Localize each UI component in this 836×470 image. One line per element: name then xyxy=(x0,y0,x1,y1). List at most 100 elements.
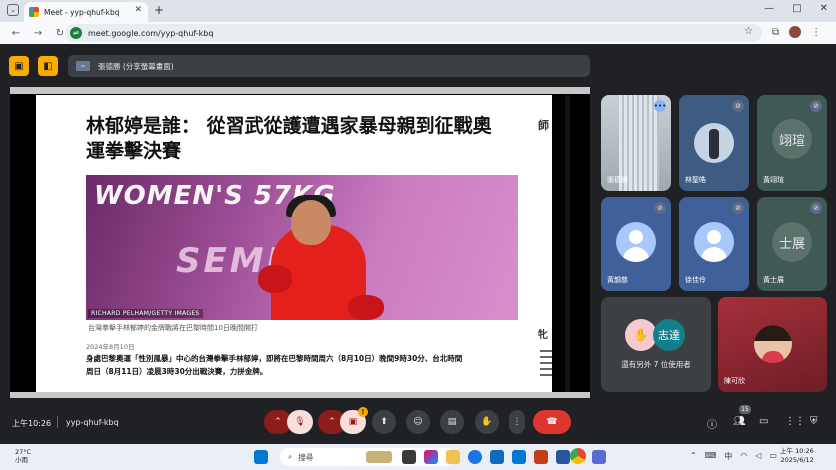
chevron-up-icon[interactable]: ⌃ xyxy=(690,451,697,462)
leave-call-button[interactable]: ☎ xyxy=(533,410,571,434)
more-participants-tile[interactable]: ✋ 志達 還有另外 7 位使用者 xyxy=(601,297,711,392)
participant-name: 黃韻慈 xyxy=(607,276,628,284)
slide-scrollbar[interactable] xyxy=(565,95,570,392)
photo-credit: RICHARD PELHAM/GETTY IMAGES xyxy=(88,309,203,318)
present-button[interactable]: ⬆ xyxy=(372,410,396,434)
forward-icon[interactable]: → xyxy=(32,28,44,39)
participant-tile-8[interactable]: 陳可欣 xyxy=(718,297,827,392)
mic-off-icon: ⊘ xyxy=(654,202,666,214)
close-window-button[interactable]: ✕ xyxy=(820,3,828,14)
warning-badge: ! xyxy=(358,407,368,417)
start-icon[interactable] xyxy=(254,450,268,464)
hang-up-icon: ☎ xyxy=(546,417,558,427)
browser-tab[interactable]: Meet - yyp-qhuf-kbq ✕ xyxy=(24,2,148,22)
avatar-initials: 翊瑄 xyxy=(772,119,812,159)
participant-tile-5[interactable]: ⊘ 徐佳伶 xyxy=(679,197,749,291)
taskbar-clock[interactable]: 上午 10:26 2025/6/12 xyxy=(780,447,814,465)
tab-title: Meet - yyp-qhuf-kbq xyxy=(44,7,120,17)
activities-grid-icon[interactable]: ⋮⋮ xyxy=(785,416,805,427)
divider xyxy=(57,416,58,428)
meet-favicon-icon xyxy=(29,7,39,17)
maximize-button[interactable]: □ xyxy=(792,3,801,14)
window-controls: — □ ✕ xyxy=(764,3,828,14)
mic-off-icon: ⊘ xyxy=(732,202,744,214)
participant-tile-3[interactable]: ⊘ 翊瑄 黃翊瑄 xyxy=(757,95,827,191)
participant-tile-6[interactable]: ⊘ 士展 黃士展 xyxy=(757,197,827,291)
person-icon xyxy=(694,222,734,262)
slide-headline: 林郁婷是誰： 從習武從護遭遇家暴母親到征戰奧運拳擊決賽 xyxy=(86,115,492,162)
hero-photo: WOMEN'S 57KG SEMI- RICHARD PELHAM/GETTY … xyxy=(86,175,518,320)
participant-tile-2[interactable]: ⊘ 林聖皓 xyxy=(679,95,749,191)
back-icon[interactable]: ← xyxy=(10,28,22,39)
layout-icon[interactable]: ◧ xyxy=(38,56,58,76)
wifi-icon[interactable]: ◠ xyxy=(740,451,747,462)
powerpoint-icon[interactable] xyxy=(534,450,548,464)
photo-caption: 台灣拳擊手林郁婷的金牌戰將在巴黎時間10日晚間開打 xyxy=(88,324,258,332)
tab-search-icon[interactable]: ⌄ xyxy=(7,4,19,16)
search-highlight-icon xyxy=(366,451,392,463)
meeting-time: 上午10:26 xyxy=(12,419,52,428)
emoji-button[interactable]: ☺ xyxy=(406,410,430,434)
article-paragraph: 身處巴黎奧運「性別風暴」中心的台灣拳擊手林郁婷，即將在巴黎時間周六（8月10日）… xyxy=(86,354,463,376)
more-options-button[interactable]: ⋮ xyxy=(509,410,525,434)
presenter-label: 張德勝 (分享螢幕畫面) xyxy=(98,61,174,71)
info-icon[interactable]: ⓘ xyxy=(707,416,717,431)
store-icon[interactable] xyxy=(490,450,504,464)
system-tray: ⌃ ⌨ 中 ◠ ◁ ▭ xyxy=(690,451,777,462)
side-column-text xyxy=(540,350,552,380)
search-placeholder: 搜尋 xyxy=(298,452,314,462)
emoji-icon: ☺ xyxy=(413,417,423,427)
article-date: 2024年8月10日 xyxy=(86,343,135,351)
new-tab-icon[interactable]: + xyxy=(154,3,164,17)
avatar xyxy=(694,123,734,163)
keyboard-icon[interactable]: ⌨ xyxy=(705,451,717,462)
participant-name: 黃士展 xyxy=(763,276,784,284)
more-options-icon[interactable]: ••• xyxy=(654,100,666,112)
more-vert-icon: ⋮ xyxy=(512,417,522,427)
activities-icon[interactable]: ▣ xyxy=(9,56,29,76)
edge-icon[interactable] xyxy=(468,450,482,464)
mic-toggle-button[interactable]: 🎙︎ xyxy=(287,410,313,434)
avatar xyxy=(754,325,792,363)
participant-name: 林聖皓 xyxy=(685,176,706,184)
profile-avatar[interactable] xyxy=(789,26,802,38)
participant-name: 陳可欣 xyxy=(724,377,745,385)
people-icon[interactable]: 👥︎ xyxy=(733,416,746,427)
minimize-button[interactable]: — xyxy=(764,3,774,14)
file-explorer-icon[interactable] xyxy=(446,450,460,464)
outlook-icon[interactable] xyxy=(512,450,526,464)
present-screen-icon: ⬆ xyxy=(380,417,388,427)
participant-tile-1[interactable]: ••• 張德勝 xyxy=(601,95,671,191)
chrome-icon[interactable] xyxy=(570,448,586,464)
raise-hand-button[interactable]: ✋ xyxy=(475,410,499,434)
avatar-initials: 士展 xyxy=(772,222,812,262)
mic-off-icon: 🎙︎ xyxy=(294,417,306,427)
clock-date: 2025/6/12 xyxy=(780,456,814,464)
extensions-icon[interactable]: ⧉ xyxy=(772,27,779,38)
mic-off-icon: ⊘ xyxy=(810,100,822,112)
volume-icon[interactable]: ◁ xyxy=(755,451,761,462)
battery-icon[interactable]: ▭ xyxy=(769,451,777,462)
teams-icon[interactable] xyxy=(592,450,606,464)
bookmark-star-icon[interactable]: ☆ xyxy=(744,26,753,37)
toolbar-right: ⧉ ⋮ xyxy=(772,26,821,38)
chat-icon[interactable]: ▭ xyxy=(759,416,768,427)
host-controls-icon[interactable]: ⛨ xyxy=(810,416,818,427)
site-info-icon[interactable]: ⇌ xyxy=(70,27,82,39)
presenter-bar: ▭ 張德勝 (分享螢幕畫面) xyxy=(68,55,590,77)
tab-close-icon[interactable]: ✕ xyxy=(134,5,142,15)
menu-icon[interactable]: ⋮ xyxy=(811,27,821,38)
task-view-icon[interactable] xyxy=(402,450,416,464)
ime-indicator[interactable]: 中 xyxy=(724,451,732,462)
participant-name: 徐佳伶 xyxy=(685,276,706,284)
camera-off-icon: ▣ xyxy=(348,417,358,427)
word-icon[interactable] xyxy=(556,450,570,464)
url-text: meet.google.com/yyp-qhuf-kbq xyxy=(88,28,214,38)
weather-widget[interactable]: 27°C 小雨 xyxy=(15,448,31,464)
screen-thumbnail-icon: ▭ xyxy=(76,61,90,71)
participant-tile-4[interactable]: ⊘ 黃韻慈 xyxy=(601,197,671,291)
captions-button[interactable]: ▤ xyxy=(440,410,464,434)
copilot-icon[interactable] xyxy=(424,450,438,464)
boxing-glove-left xyxy=(258,265,292,293)
address-bar[interactable]: ⇌ meet.google.com/yyp-qhuf-kbq ☆ xyxy=(65,24,762,42)
